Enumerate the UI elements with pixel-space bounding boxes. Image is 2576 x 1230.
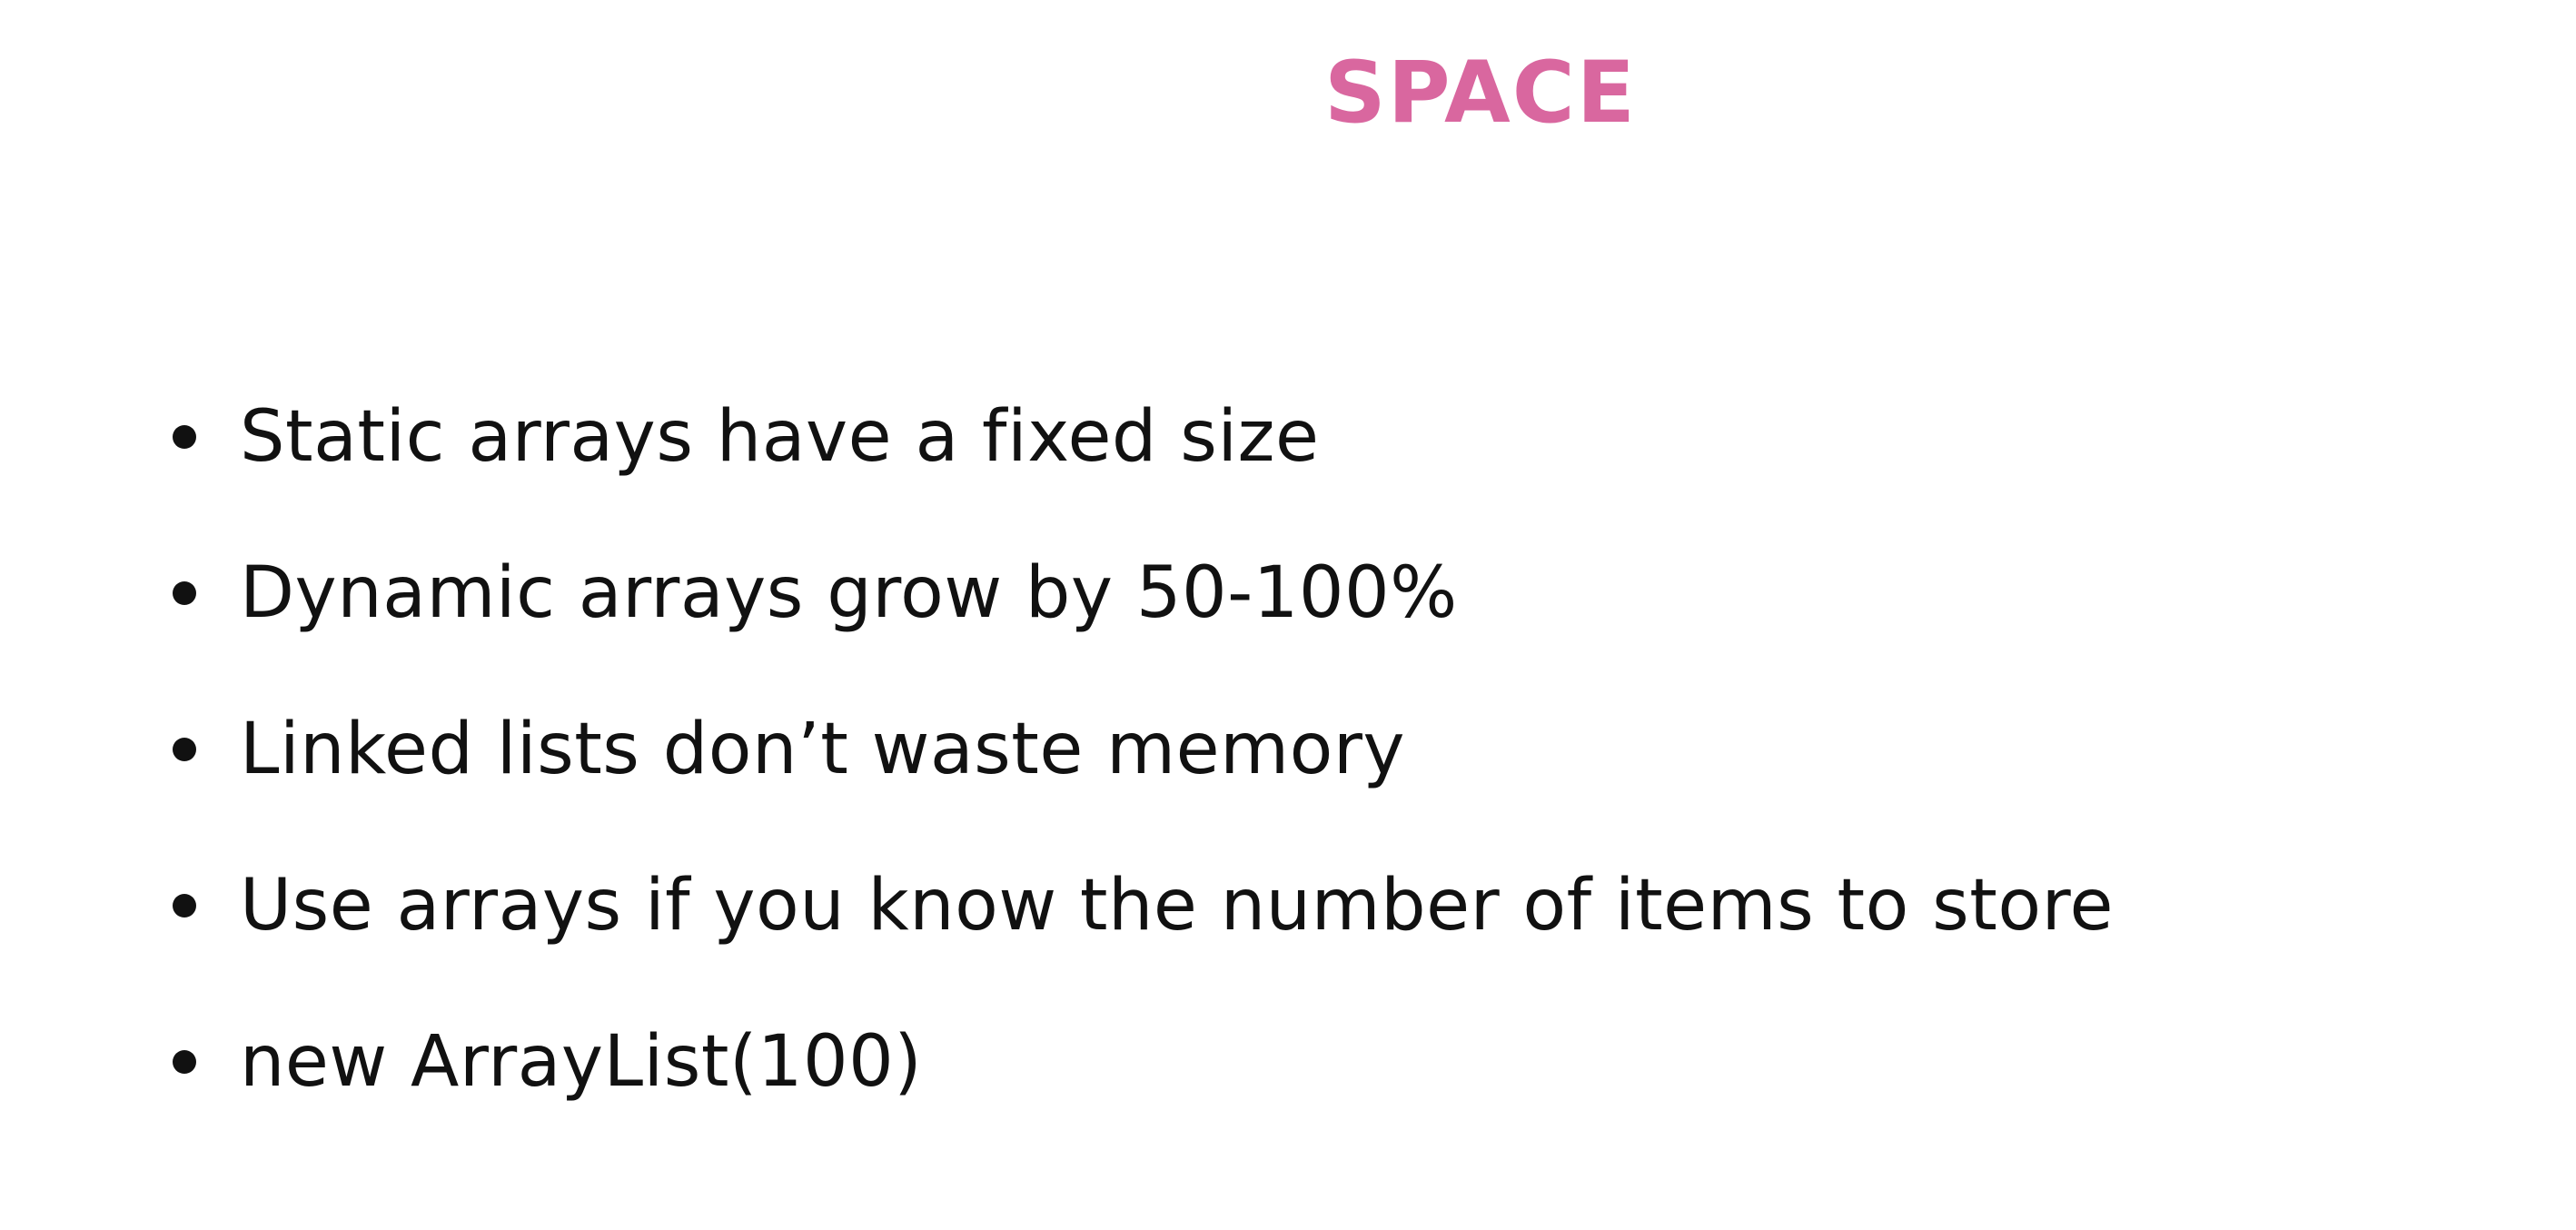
list-item: Use arrays if you know the number of ite… xyxy=(173,828,2114,984)
bullet-icon xyxy=(173,738,196,761)
bullet-icon xyxy=(173,894,196,918)
bullet-text: new ArrayList(100) xyxy=(240,1021,923,1103)
bullet-icon xyxy=(173,1050,196,1074)
bullet-icon xyxy=(173,425,196,449)
list-item: Linked lists don’t waste memory xyxy=(173,671,2114,828)
list-item: new ArrayList(100) xyxy=(173,984,2114,1140)
bullet-text: Linked lists don’t waste memory xyxy=(240,709,1406,790)
slide: SPACE Static arrays have a fixed size Dy… xyxy=(0,0,2576,1230)
slide-title: SPACE xyxy=(1324,44,1637,143)
bullet-text: Dynamic arrays grow by 50-100% xyxy=(240,552,1458,634)
bullet-icon xyxy=(173,581,196,605)
bullet-text: Use arrays if you know the number of ite… xyxy=(240,865,2114,947)
bullet-text: Static arrays have a fixed size xyxy=(240,396,1320,478)
bullet-list: Static arrays have a fixed size Dynamic … xyxy=(173,359,2114,1140)
list-item: Static arrays have a fixed size xyxy=(173,359,2114,515)
list-item: Dynamic arrays grow by 50-100% xyxy=(173,515,2114,671)
